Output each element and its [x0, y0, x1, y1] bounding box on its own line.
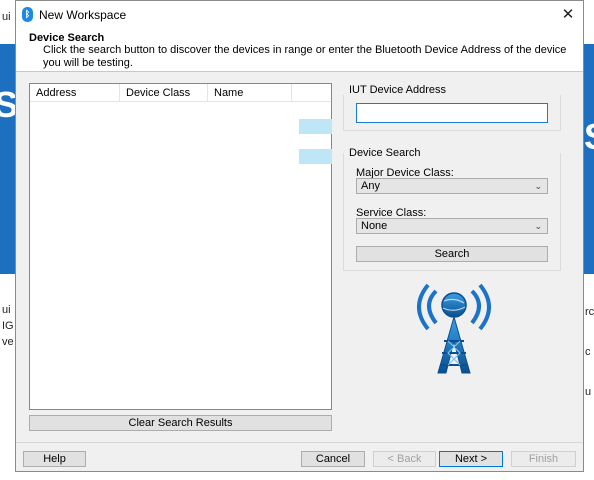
- bluetooth-icon: ᛒ: [22, 7, 33, 22]
- major-device-class-select[interactable]: Any ⌄: [356, 178, 548, 194]
- finish-button[interactable]: Finish: [511, 451, 576, 467]
- background-logo-letter: S: [584, 116, 594, 158]
- device-list-header: Address Device Class Name: [30, 84, 331, 102]
- service-class-select[interactable]: None ⌄: [356, 218, 548, 234]
- column-header-name[interactable]: Name: [208, 84, 292, 102]
- background-text-fragment: c: [585, 346, 591, 358]
- device-list-table[interactable]: Address Device Class Name: [29, 83, 332, 410]
- search-button[interactable]: Search: [356, 246, 548, 262]
- wizard-step-description: Click the search button to discover the …: [43, 44, 567, 69]
- table-row-highlight[interactable]: [299, 119, 332, 134]
- major-device-class-value: Any: [361, 180, 380, 192]
- background-text-fragment: u: [585, 386, 592, 398]
- background-text-fragment: ui: [2, 304, 11, 316]
- help-button[interactable]: Help: [23, 451, 86, 467]
- new-workspace-dialog: ᛒ New Workspace ✕ Device Search Click th…: [15, 0, 584, 472]
- dialog-titlebar[interactable]: ᛒ New Workspace ✕: [16, 1, 583, 29]
- back-button[interactable]: < Back: [373, 451, 436, 467]
- bluetooth-tower-logo-icon: [417, 283, 491, 374]
- dialog-title: New Workspace: [39, 8, 127, 22]
- background-banner-right: [583, 44, 594, 274]
- cancel-button[interactable]: Cancel: [301, 451, 365, 467]
- wizard-header: Device Search Click the search button to…: [16, 29, 583, 72]
- background-text-fragment: IG: [2, 320, 14, 332]
- column-header-address[interactable]: Address: [30, 84, 120, 102]
- next-button[interactable]: Next >: [439, 451, 503, 467]
- background-banner-left: [0, 44, 16, 274]
- clear-search-results-button[interactable]: Clear Search Results: [29, 415, 332, 431]
- close-button[interactable]: ✕: [553, 1, 583, 29]
- background-text-fragment: ve: [2, 336, 14, 348]
- iut-device-address-input[interactable]: [356, 103, 548, 123]
- background-text-fragment: ui: [2, 11, 11, 23]
- chevron-down-icon: ⌄: [534, 221, 542, 231]
- chevron-down-icon: ⌄: [534, 181, 542, 191]
- wizard-step-title: Device Search: [29, 32, 105, 44]
- background-text-fragment: rc: [585, 306, 594, 318]
- column-header-device-class[interactable]: Device Class: [120, 84, 208, 102]
- service-class-value: None: [361, 220, 388, 232]
- table-row-highlight[interactable]: [299, 149, 332, 164]
